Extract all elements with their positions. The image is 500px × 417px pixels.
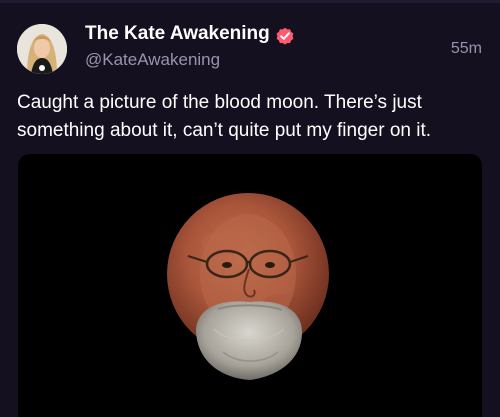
verified-badge-icon: [275, 26, 295, 46]
display-name[interactable]: The Kate Awakening: [85, 23, 270, 45]
post-card[interactable]: The Kate Awakening @KateAwakening 55m Ca…: [0, 0, 500, 417]
blood-moon-face-image: [18, 154, 482, 417]
user-handle[interactable]: @KateAwakening: [85, 50, 220, 70]
post-media-image[interactable]: [18, 154, 482, 417]
avatar[interactable]: [17, 24, 67, 74]
post-timestamp[interactable]: 55m: [451, 40, 482, 58]
post-text: Caught a picture of the blood moon. Ther…: [17, 92, 432, 141]
